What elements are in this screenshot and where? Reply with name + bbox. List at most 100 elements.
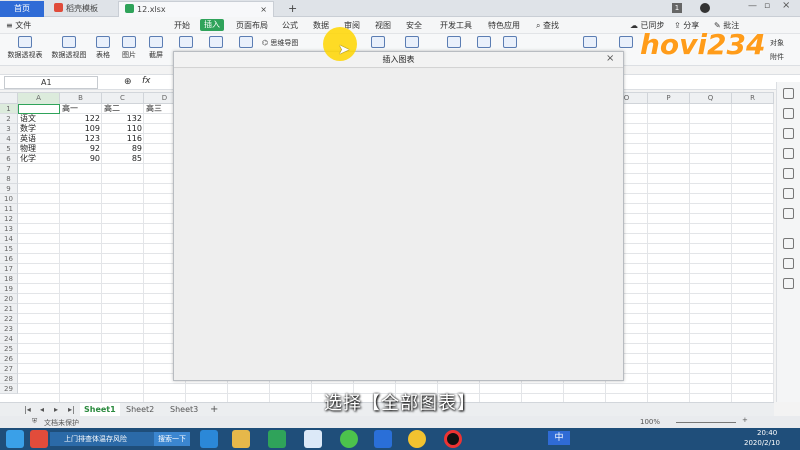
menu-security[interactable]: 安全 <box>406 17 422 34</box>
bar-chart-button[interactable] <box>368 36 388 50</box>
close-tab-icon[interactable]: × <box>260 2 267 18</box>
menu-formula[interactable]: 公式 <box>282 17 298 34</box>
zoom-in-icon[interactable]: + <box>742 416 748 424</box>
menu-home[interactable]: 开始 <box>174 17 190 34</box>
pie-chart-button[interactable] <box>500 36 520 50</box>
row-header[interactable]: 2 <box>0 114 18 124</box>
row-header[interactable]: 17 <box>0 264 18 274</box>
tab-template[interactable]: 稻壳模板 <box>48 1 114 17</box>
dialog-close-icon[interactable]: × <box>606 53 614 64</box>
object-button[interactable]: 对象 <box>762 38 792 48</box>
select-all-corner[interactable] <box>0 93 18 104</box>
row-header[interactable]: 26 <box>0 354 18 364</box>
wps-writer-icon[interactable] <box>374 430 392 448</box>
row-header[interactable]: 24 <box>0 334 18 344</box>
column-header[interactable]: R <box>732 93 774 104</box>
column-header[interactable]: A <box>18 93 60 104</box>
row-header[interactable]: 1 <box>0 104 18 114</box>
cell-a1[interactable] <box>18 104 60 114</box>
subject-cell[interactable]: 化学 <box>18 154 60 164</box>
row-header[interactable]: 3 <box>0 124 18 134</box>
score-cell[interactable]: 116 <box>102 134 144 144</box>
shape-button[interactable] <box>176 36 196 50</box>
row-header[interactable]: 18 <box>0 274 18 284</box>
row-header[interactable]: 14 <box>0 234 18 244</box>
avatar[interactable] <box>700 3 710 13</box>
row-header[interactable]: 21 <box>0 304 18 314</box>
column-header[interactable]: P <box>648 93 690 104</box>
menu-special[interactable]: 特色应用 <box>488 17 520 34</box>
edge-icon[interactable] <box>200 430 218 448</box>
scatter-chart-button[interactable] <box>474 36 494 50</box>
row-header[interactable]: 20 <box>0 294 18 304</box>
row-header[interactable]: 19 <box>0 284 18 294</box>
row-header[interactable]: 10 <box>0 194 18 204</box>
picture-button[interactable]: 图片 <box>118 36 140 60</box>
property-icon[interactable] <box>783 128 794 139</box>
column-header[interactable]: Q <box>690 93 732 104</box>
row-header[interactable]: 15 <box>0 244 18 254</box>
header-cell[interactable]: 高一 <box>60 104 102 114</box>
score-cell[interactable]: 109 <box>60 124 102 134</box>
ribbon-extra-button[interactable] <box>236 36 256 50</box>
subject-cell[interactable]: 语文 <box>18 114 60 124</box>
score-cell[interactable]: 89 <box>102 144 144 154</box>
row-header[interactable]: 9 <box>0 184 18 194</box>
score-cell[interactable]: 85 <box>102 154 144 164</box>
row-header[interactable]: 27 <box>0 364 18 374</box>
news-app-icon[interactable] <box>30 430 48 448</box>
minimize-icon[interactable]: — <box>748 1 757 11</box>
name-box[interactable]: A1 <box>4 76 98 89</box>
row-header[interactable]: 22 <box>0 314 18 324</box>
table-button[interactable]: 表格 <box>92 36 114 60</box>
score-cell[interactable]: 122 <box>60 114 102 124</box>
subject-cell[interactable]: 英语 <box>18 134 60 144</box>
help-icon[interactable] <box>783 278 794 289</box>
taskbar-search-button[interactable]: 搜索一下 <box>154 432 190 446</box>
pivot-table-button[interactable]: 数据透视表 <box>4 36 46 60</box>
icon-library-button[interactable] <box>206 36 226 50</box>
tab-workbook[interactable]: 12.xlsx × <box>118 1 274 17</box>
menu-page-layout[interactable]: 页面布局 <box>236 17 268 34</box>
row-header[interactable]: 4 <box>0 134 18 144</box>
score-cell[interactable]: 132 <box>102 114 144 124</box>
filter-icon[interactable] <box>783 148 794 159</box>
zoom-formula-icon[interactable]: ⊕ <box>124 77 132 87</box>
history-icon[interactable] <box>783 258 794 269</box>
column-header[interactable]: B <box>60 93 102 104</box>
recorder-icon[interactable] <box>444 430 462 448</box>
column-chart-button[interactable] <box>402 36 422 50</box>
row-header[interactable]: 5 <box>0 144 18 154</box>
tab-home[interactable]: 首页 <box>0 1 44 17</box>
file-explorer-icon[interactable] <box>232 430 250 448</box>
new-tab-button[interactable]: + <box>282 1 298 17</box>
menu-insert[interactable]: 插入 <box>200 19 224 31</box>
textbox-button[interactable] <box>580 36 600 50</box>
taskbar-news-item[interactable]: 上门排查体温存风险 <box>50 432 154 446</box>
column-header[interactable]: C <box>102 93 144 104</box>
baidu-netdisk-icon[interactable] <box>304 430 322 448</box>
row-header[interactable]: 23 <box>0 324 18 334</box>
row-header[interactable]: 28 <box>0 374 18 384</box>
row-header[interactable]: 8 <box>0 174 18 184</box>
share-panel-icon[interactable] <box>783 238 794 249</box>
row-header[interactable]: 25 <box>0 344 18 354</box>
maximize-icon[interactable]: ▫ <box>764 1 770 11</box>
fx-icon[interactable]: fx <box>142 76 151 86</box>
file-menu[interactable]: ≡ 文件 <box>6 17 31 34</box>
row-header[interactable]: 16 <box>0 254 18 264</box>
score-cell[interactable]: 110 <box>102 124 144 134</box>
chrome-icon[interactable] <box>408 430 426 448</box>
wordart-button[interactable] <box>616 36 636 50</box>
style-icon[interactable] <box>783 108 794 119</box>
sort-icon[interactable] <box>783 168 794 179</box>
menu-developer[interactable]: 开发工具 <box>440 17 472 34</box>
row-header[interactable]: 13 <box>0 224 18 234</box>
attachment-button[interactable]: 附件 <box>762 52 792 62</box>
screenshot-button[interactable]: 截屏 <box>144 36 168 60</box>
score-cell[interactable]: 90 <box>60 154 102 164</box>
row-header[interactable]: 7 <box>0 164 18 174</box>
backup-icon[interactable] <box>783 188 794 199</box>
menu-view[interactable]: 视图 <box>375 17 391 34</box>
score-cell[interactable]: 123 <box>60 134 102 144</box>
